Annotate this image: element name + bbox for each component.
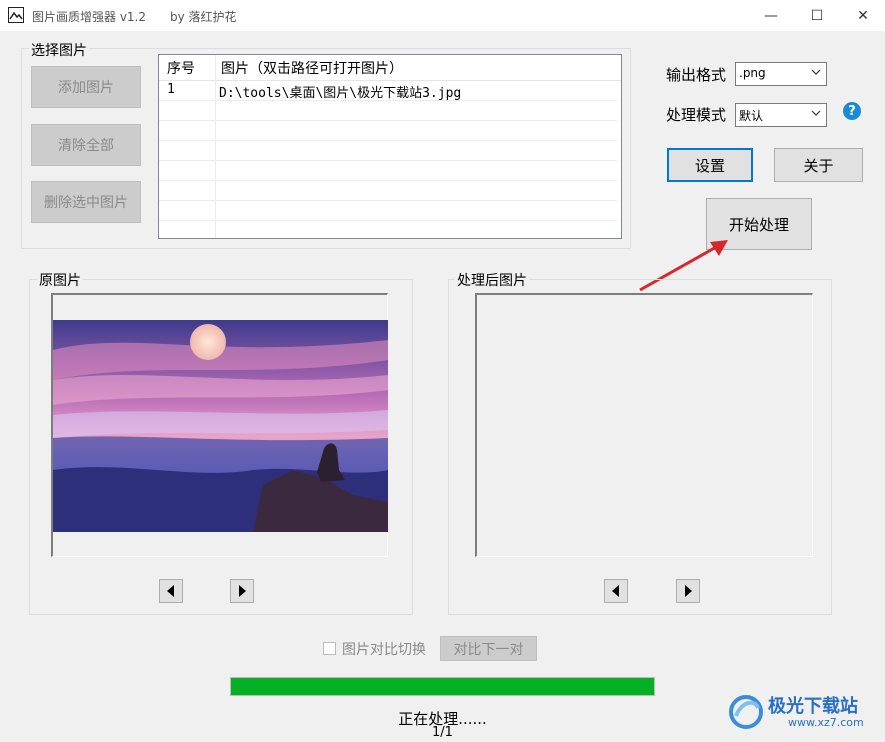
watermark-url: www.xz7.com	[788, 716, 864, 729]
table-row-empty	[159, 121, 617, 141]
compare-next-pair-button[interactable]: 对比下一对	[440, 636, 537, 661]
help-icon[interactable]: ?	[843, 102, 861, 120]
watermark-text: 极光下载站	[768, 696, 858, 717]
watermark: 极光下载站 www.xz7.com	[728, 690, 878, 736]
table-row-empty	[159, 201, 617, 221]
original-image-label: 原图片	[37, 270, 83, 290]
compare-toggle-checkbox[interactable]	[323, 642, 336, 655]
processed-next-button[interactable]	[676, 579, 700, 603]
triangle-right-icon	[239, 585, 246, 597]
column-header-index[interactable]: 序号	[167, 58, 195, 78]
mode-value: 默认	[739, 109, 764, 123]
watermark-logo-icon	[729, 695, 763, 729]
close-icon: ✕	[857, 7, 869, 24]
add-images-button[interactable]: 添加图片	[31, 66, 141, 108]
chevron-down-icon	[811, 110, 821, 116]
output-format-label: 输出格式	[666, 66, 727, 84]
triangle-right-icon	[685, 585, 692, 597]
file-list-header: 序号 图片（双击路径可打开图片）	[159, 55, 621, 81]
row-index: 1	[167, 82, 175, 97]
table-row-empty	[159, 221, 617, 238]
compare-toggle-label: 图片对比切换	[342, 642, 426, 658]
table-row-empty	[159, 101, 617, 121]
original-image-frame	[51, 293, 388, 557]
mode-label: 处理模式	[666, 106, 727, 124]
table-row[interactable]: 1 D:\tools\桌面\图片\极光下载站3.jpg	[159, 81, 617, 101]
maximize-icon: ☐	[810, 7, 824, 24]
table-row-empty	[159, 181, 617, 201]
processed-image-frame	[475, 293, 813, 557]
column-header-path[interactable]: 图片（双击路径可打开图片）	[221, 58, 403, 78]
original-next-button[interactable]	[230, 579, 254, 603]
select-images-group-label: 选择图片	[29, 40, 89, 60]
file-list[interactable]: 序号 图片（双击路径可打开图片） 1 D:\tools\桌面\图片\极光下载站3…	[158, 54, 622, 239]
progress-bar	[230, 677, 655, 696]
row-path[interactable]: D:\tools\桌面\图片\极光下载站3.jpg	[219, 82, 461, 101]
app-icon	[8, 7, 24, 23]
clear-all-button[interactable]: 清除全部	[31, 124, 141, 166]
table-row-empty	[159, 141, 617, 161]
output-format-select[interactable]: .png	[735, 62, 827, 86]
processed-image-label: 处理后图片	[455, 270, 529, 290]
processed-prev-button[interactable]	[604, 579, 628, 603]
close-button[interactable]: ✕	[840, 0, 885, 31]
original-prev-button[interactable]	[159, 579, 183, 603]
window-title: 图片画质增强器 v1.2	[32, 10, 147, 24]
progress-fill	[231, 678, 654, 695]
mode-select[interactable]: 默认	[735, 103, 827, 127]
window-author: by 落红护花	[170, 10, 237, 24]
delete-selected-button[interactable]: 删除选中图片	[31, 181, 141, 223]
settings-button[interactable]: 设置	[667, 148, 753, 182]
about-button[interactable]: 关于	[774, 148, 863, 182]
maximize-button[interactable]: ☐	[794, 0, 840, 31]
table-row-empty	[159, 161, 617, 181]
output-format-value: .png	[739, 66, 766, 80]
title-bar: 图片画质增强器 v1.2 by 落红护花 — ☐ ✕	[0, 0, 885, 31]
triangle-left-icon	[612, 585, 619, 597]
chevron-down-icon	[811, 69, 821, 75]
original-image-preview	[53, 320, 388, 532]
triangle-left-icon	[167, 585, 174, 597]
minimize-button[interactable]: —	[748, 0, 794, 31]
minimize-icon: —	[764, 7, 778, 24]
